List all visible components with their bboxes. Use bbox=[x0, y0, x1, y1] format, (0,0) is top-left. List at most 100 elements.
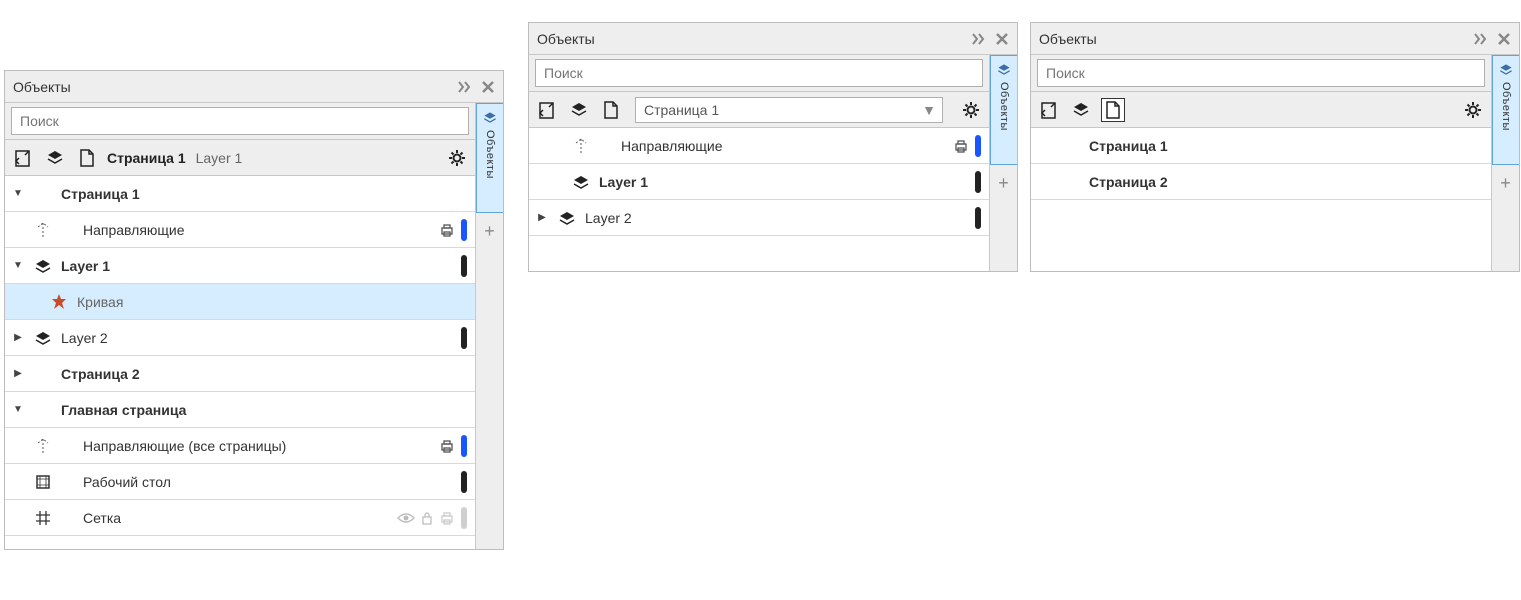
expander-icon[interactable]: ▼ bbox=[11, 404, 25, 415]
layer-icon bbox=[33, 256, 53, 276]
toolbar bbox=[1031, 92, 1491, 128]
lock-icon[interactable] bbox=[421, 511, 433, 525]
close-icon[interactable] bbox=[1495, 30, 1513, 48]
expander-icon[interactable]: ▶ bbox=[11, 368, 25, 379]
main-column: Страница 1 ▼ Направляющие bbox=[529, 55, 989, 271]
panel-title: Объекты bbox=[13, 79, 453, 95]
expander-icon[interactable]: ▼ bbox=[11, 260, 25, 271]
tree-row-page2[interactable]: Страница 2 bbox=[1031, 164, 1491, 200]
collapse-icon[interactable] bbox=[971, 30, 989, 48]
tree-row-curve[interactable]: Кривая bbox=[5, 284, 475, 320]
tree-label: Layer 2 bbox=[585, 210, 967, 226]
expander-icon[interactable]: ▶ bbox=[11, 332, 25, 343]
color-indicator bbox=[975, 171, 981, 193]
tree-row-layer1[interactable]: ▼ Layer 1 bbox=[5, 248, 475, 284]
toolbar: Страница 1 ▼ bbox=[529, 92, 989, 128]
layers-icon[interactable] bbox=[43, 146, 67, 170]
add-button[interactable]: + bbox=[992, 171, 1016, 195]
page-icon[interactable] bbox=[1101, 98, 1125, 122]
layer-icon bbox=[557, 208, 577, 228]
layers-icon[interactable] bbox=[567, 98, 591, 122]
panel-header: Объекты bbox=[1031, 23, 1519, 55]
side-tab-objects[interactable]: Объекты bbox=[990, 55, 1018, 165]
gear-icon[interactable] bbox=[959, 98, 983, 122]
tree-row-guides[interactable]: Направляющие bbox=[529, 128, 989, 164]
tree-row-layer2[interactable]: ▶ Layer 2 bbox=[5, 320, 475, 356]
tree-label: Направляющие bbox=[83, 222, 431, 238]
tree-row-grid[interactable]: Сетка bbox=[5, 500, 475, 536]
expander-icon[interactable]: ▼ bbox=[11, 188, 25, 199]
add-button[interactable]: + bbox=[1494, 171, 1518, 195]
side-tab-objects[interactable]: Объекты bbox=[1492, 55, 1520, 165]
tree-row-master-page[interactable]: ▼ Главная страница bbox=[5, 392, 475, 428]
tree-label: Layer 2 bbox=[61, 330, 453, 346]
gear-icon[interactable] bbox=[445, 146, 469, 170]
expander-icon[interactable]: ▶ bbox=[535, 212, 549, 223]
tree-label: Главная страница bbox=[61, 402, 467, 418]
print-icon[interactable] bbox=[439, 222, 455, 238]
side-tab-label: Объекты bbox=[998, 82, 1010, 131]
print-icon[interactable] bbox=[953, 138, 969, 154]
page-back-icon[interactable] bbox=[11, 146, 35, 170]
tree-label: Кривая bbox=[77, 294, 467, 310]
panel-body: Страница 1 Layer 1 ▼ Страница 1 bbox=[5, 103, 503, 549]
panel-title: Объекты bbox=[1039, 31, 1469, 47]
color-indicator bbox=[461, 507, 467, 529]
side-tab-label: Объекты bbox=[1500, 82, 1512, 131]
color-indicator bbox=[461, 327, 467, 349]
page-back-icon[interactable] bbox=[1037, 98, 1061, 122]
search-row bbox=[529, 55, 989, 92]
tree-row-page2[interactable]: ▶ Страница 2 bbox=[5, 356, 475, 392]
breadcrumb: Страница 1 Layer 1 bbox=[107, 150, 242, 166]
panel-title: Объекты bbox=[537, 31, 967, 47]
tree-row-layer1[interactable]: Layer 1 bbox=[529, 164, 989, 200]
page-back-icon[interactable] bbox=[535, 98, 559, 122]
main-column: Страница 1 Страница 2 bbox=[1031, 55, 1491, 271]
chevron-down-icon: ▼ bbox=[922, 102, 936, 118]
side-tab-objects[interactable]: Объекты bbox=[476, 103, 504, 213]
search-input[interactable] bbox=[1037, 59, 1485, 87]
collapse-icon[interactable] bbox=[457, 78, 475, 96]
desktop-icon bbox=[33, 472, 53, 492]
toolbar: Страница 1 Layer 1 bbox=[5, 140, 475, 176]
objects-panel-3: Объекты bbox=[1030, 22, 1520, 272]
page-icon[interactable] bbox=[75, 146, 99, 170]
layer-icon bbox=[33, 328, 53, 348]
tree-label: Страница 2 bbox=[61, 366, 467, 382]
search-input[interactable] bbox=[11, 107, 469, 135]
tree-row-page1[interactable]: ▼ Страница 1 bbox=[5, 176, 475, 212]
tree-row-guides[interactable]: Направляющие bbox=[5, 212, 475, 248]
add-button[interactable]: + bbox=[478, 219, 502, 243]
tree-label: Направляющие (все страницы) bbox=[83, 438, 431, 454]
tree-row-page1[interactable]: Страница 1 bbox=[1031, 128, 1491, 164]
print-icon[interactable] bbox=[439, 510, 455, 526]
tree-label: Рабочий стол bbox=[83, 474, 453, 490]
color-indicator bbox=[461, 471, 467, 493]
tree-row-desktop[interactable]: Рабочий стол bbox=[5, 464, 475, 500]
visibility-icon[interactable] bbox=[397, 512, 415, 524]
page-icon[interactable] bbox=[599, 98, 623, 122]
tree-row-layer2[interactable]: ▶ Layer 2 bbox=[529, 200, 989, 236]
objects-panel-2: Объекты Страница 1 bbox=[528, 22, 1018, 272]
print-icon[interactable] bbox=[439, 438, 455, 454]
search-input[interactable] bbox=[535, 59, 983, 87]
close-icon[interactable] bbox=[993, 30, 1011, 48]
breadcrumb-page: Страница 1 bbox=[107, 150, 186, 166]
layers-icon[interactable] bbox=[1069, 98, 1093, 122]
side-column: Объекты + bbox=[989, 55, 1017, 271]
collapse-icon[interactable] bbox=[1473, 30, 1491, 48]
color-indicator bbox=[461, 435, 467, 457]
guides-icon bbox=[33, 220, 53, 240]
object-tree: ▼ Страница 1 Направляющие bbox=[5, 176, 475, 549]
search-row bbox=[5, 103, 475, 140]
color-indicator bbox=[975, 135, 981, 157]
tree-row-guides-all[interactable]: Направляющие (все страницы) bbox=[5, 428, 475, 464]
close-icon[interactable] bbox=[479, 78, 497, 96]
page-dropdown[interactable]: Страница 1 ▼ bbox=[635, 97, 943, 123]
side-tab-label: Объекты bbox=[484, 130, 496, 179]
tree-label: Страница 1 bbox=[61, 186, 467, 202]
object-tree: Направляющие Layer 1 bbox=[529, 128, 989, 271]
side-column: Объекты + bbox=[1491, 55, 1519, 271]
dropdown-label: Страница 1 bbox=[644, 102, 719, 118]
gear-icon[interactable] bbox=[1461, 98, 1485, 122]
